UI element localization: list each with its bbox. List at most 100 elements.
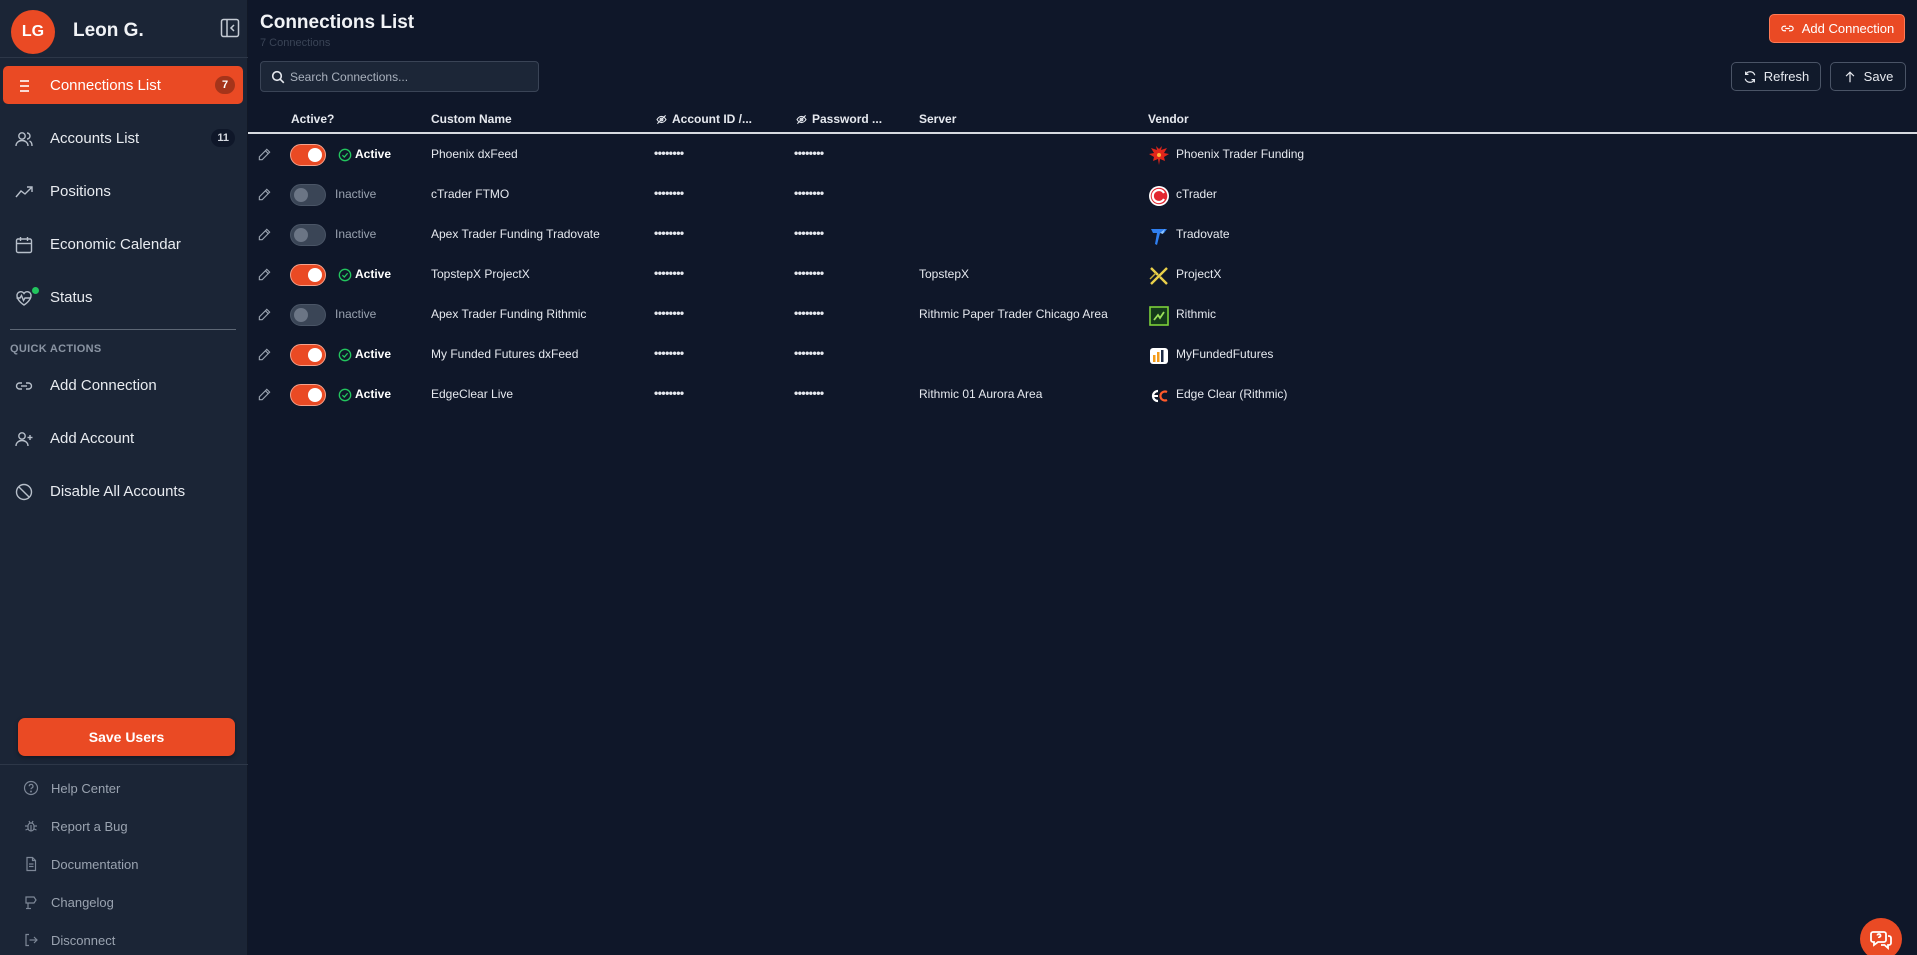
save-users-button[interactable]: Save Users	[18, 718, 235, 756]
account-id-cell: ••••••••	[654, 146, 684, 160]
link-icon	[14, 376, 34, 396]
vendor-name: ProjectX	[1176, 267, 1222, 281]
table-row[interactable]: Inactive Apex Trader Funding Rithmic •••…	[248, 295, 1917, 335]
column-header-active[interactable]: Active?	[291, 112, 334, 126]
user-name: Leon G.	[73, 20, 144, 41]
status-text: Active	[355, 267, 392, 281]
account-id-cell: ••••••••	[654, 186, 684, 200]
footer-label: Disconnect	[51, 932, 116, 948]
sidebar-item-accounts-list[interactable]: Accounts List 11	[3, 119, 243, 157]
column-header-server[interactable]: Server	[919, 112, 956, 126]
active-toggle[interactable]	[290, 224, 326, 246]
quick-actions-heading: QUICK ACTIONS	[10, 343, 102, 355]
edit-icon[interactable]	[257, 267, 272, 282]
footer-documentation[interactable]: Documentation	[23, 854, 138, 874]
column-header-password[interactable]: Password ...	[796, 112, 882, 126]
password-cell: ••••••••	[794, 226, 824, 240]
column-header-label: Account ID /...	[672, 112, 753, 126]
edit-icon[interactable]	[257, 347, 272, 362]
list-icon	[14, 76, 34, 96]
save-button[interactable]: Save	[1830, 62, 1906, 91]
vendor-name: Edge Clear (Rithmic)	[1176, 387, 1288, 401]
footer-label: Documentation	[51, 856, 139, 872]
vendor-name: MyFundedFutures	[1176, 347, 1274, 361]
refresh-label: Refresh	[1763, 69, 1810, 84]
support-chat-button[interactable]	[1860, 918, 1902, 955]
column-header-custom-name[interactable]: Custom Name	[431, 112, 512, 126]
custom-name-cell: Apex Trader Funding Rithmic	[431, 307, 587, 321]
status-text: Active	[355, 147, 392, 161]
edit-icon[interactable]	[257, 147, 272, 162]
logout-icon	[23, 932, 39, 948]
table-row[interactable]: Inactive cTrader FTMO •••••••• •••••••• …	[248, 175, 1917, 215]
table-row[interactable]: Active EdgeClear Live •••••••• •••••••• …	[248, 375, 1917, 415]
footer-disconnect[interactable]: Disconnect	[23, 930, 115, 950]
footer-changelog[interactable]: Changelog	[23, 892, 114, 912]
phoenix-logo-icon	[1148, 145, 1169, 165]
add-connection-button[interactable]: Add Connection	[1769, 14, 1905, 43]
edit-icon[interactable]	[257, 307, 272, 322]
quick-action-add-connection[interactable]: Add Connection	[3, 366, 243, 404]
sidebar-item-status[interactable]: Status	[3, 278, 243, 316]
edit-icon[interactable]	[257, 187, 272, 202]
column-header-vendor[interactable]: Vendor	[1148, 112, 1189, 126]
sidebar: LG Leon G. Connections List 7 Accounts L…	[0, 0, 248, 955]
table-row[interactable]: Active Phoenix dxFeed •••••••• •••••••• …	[248, 135, 1917, 175]
sidebar-item-label: Economic Calendar	[50, 235, 181, 253]
quick-action-label: Disable All Accounts	[50, 482, 186, 500]
eye-off-icon[interactable]	[656, 114, 667, 125]
vendor-name: cTrader	[1176, 187, 1217, 201]
collapse-sidebar-icon[interactable]	[220, 18, 240, 38]
check-circle-icon	[338, 268, 352, 282]
search-input[interactable]	[290, 62, 534, 91]
quick-action-label: Add Connection	[50, 376, 157, 394]
avatar[interactable]: LG	[11, 10, 55, 54]
table-row[interactable]: Inactive Apex Trader Funding Tradovate •…	[248, 215, 1917, 255]
sidebar-item-positions[interactable]: Positions	[3, 172, 243, 210]
sidebar-item-label: Status	[50, 288, 93, 306]
help-circle-icon	[23, 780, 39, 796]
active-toggle[interactable]	[290, 384, 326, 406]
table-row[interactable]: Active TopstepX ProjectX •••••••• ••••••…	[248, 255, 1917, 295]
search-field[interactable]	[260, 61, 539, 92]
sidebar-item-economic-calendar[interactable]: Economic Calendar	[3, 225, 243, 263]
status-text: Active	[355, 347, 392, 361]
sidebar-item-label: Positions	[50, 182, 111, 200]
active-toggle[interactable]	[290, 264, 326, 286]
active-toggle[interactable]	[290, 304, 326, 326]
sidebar-item-connections-list[interactable]: Connections List 7	[3, 66, 243, 104]
search-icon	[271, 70, 285, 84]
quick-action-disable-all-accounts[interactable]: Disable All Accounts	[3, 472, 243, 510]
toggle-knob	[294, 188, 308, 202]
tradovate-logo-icon	[1148, 225, 1168, 245]
custom-name-cell: Apex Trader Funding Tradovate	[431, 227, 600, 241]
account-id-cell: ••••••••	[654, 386, 684, 400]
eye-off-icon[interactable]	[796, 114, 807, 125]
refresh-button[interactable]: Refresh	[1731, 62, 1821, 91]
column-header-account-id[interactable]: Account ID /...	[656, 112, 752, 126]
active-toggle[interactable]	[290, 144, 326, 166]
link-icon	[1781, 25, 1794, 32]
edit-icon[interactable]	[257, 227, 272, 242]
table-header: Active? Custom Name Account ID /... Pass…	[248, 108, 1917, 134]
document-icon	[23, 856, 39, 872]
footer-help-center[interactable]: Help Center	[23, 778, 120, 798]
footer-label: Changelog	[51, 894, 114, 910]
active-toggle[interactable]	[290, 184, 326, 206]
password-cell: ••••••••	[794, 386, 824, 400]
quick-action-add-account[interactable]: Add Account	[3, 419, 243, 457]
check-circle-icon	[338, 348, 352, 362]
custom-name-cell: Phoenix dxFeed	[431, 147, 518, 161]
active-toggle[interactable]	[290, 344, 326, 366]
table-row[interactable]: Active My Funded Futures dxFeed ••••••••…	[248, 335, 1917, 375]
server-cell: Rithmic 01 Aurora Area	[919, 387, 1043, 401]
edgeclear-logo-icon	[1148, 385, 1168, 405]
edit-icon[interactable]	[257, 387, 272, 402]
sidebar-footer-divider	[0, 764, 248, 765]
chat-help-icon	[1870, 931, 1892, 950]
vendor-name: Rithmic	[1176, 307, 1217, 321]
footer-report-bug[interactable]: Report a Bug	[23, 816, 128, 836]
custom-name-cell: EdgeClear Live	[431, 387, 514, 401]
footer-label: Report a Bug	[51, 818, 128, 834]
password-cell: ••••••••	[794, 186, 824, 200]
